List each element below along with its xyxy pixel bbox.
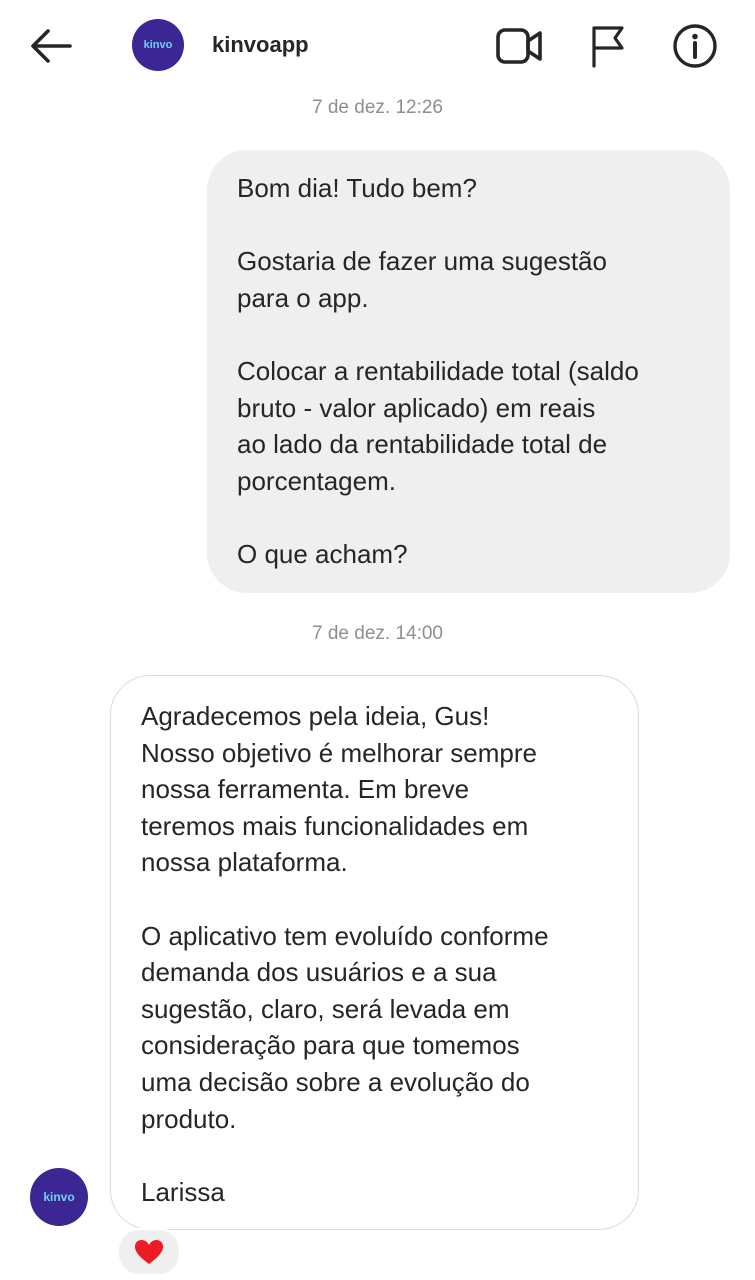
info-button[interactable] (670, 22, 720, 70)
avatar-logo-text: kinvo (43, 1190, 75, 1204)
message-reaction[interactable] (117, 1228, 181, 1276)
video-call-button[interactable] (494, 22, 544, 70)
incoming-message-bubble[interactable]: Agradecemos pela ideia, Gus! Nosso objet… (110, 675, 639, 1230)
outgoing-message-bubble[interactable]: Bom dia! Tudo bem? Gostaria de fazer uma… (207, 150, 730, 593)
message-timestamp: 7 de dez. 14:00 (312, 623, 443, 644)
chat-username[interactable]: kinvoapp (212, 32, 309, 58)
avatar-logo-text: kinvo (143, 39, 173, 51)
video-camera-icon (496, 28, 542, 64)
heart-icon (135, 1240, 163, 1264)
sender-avatar[interactable]: kinvo (30, 1168, 88, 1226)
info-icon (673, 24, 717, 68)
flag-icon (592, 26, 624, 68)
back-button[interactable] (26, 20, 78, 72)
profile-avatar[interactable]: kinvo (132, 19, 184, 71)
arrow-left-icon (31, 29, 72, 63)
chat-header: kinvo kinvoapp (0, 0, 755, 92)
message-timestamp: 7 de dez. 12:26 (312, 97, 443, 118)
report-button[interactable] (583, 22, 633, 70)
